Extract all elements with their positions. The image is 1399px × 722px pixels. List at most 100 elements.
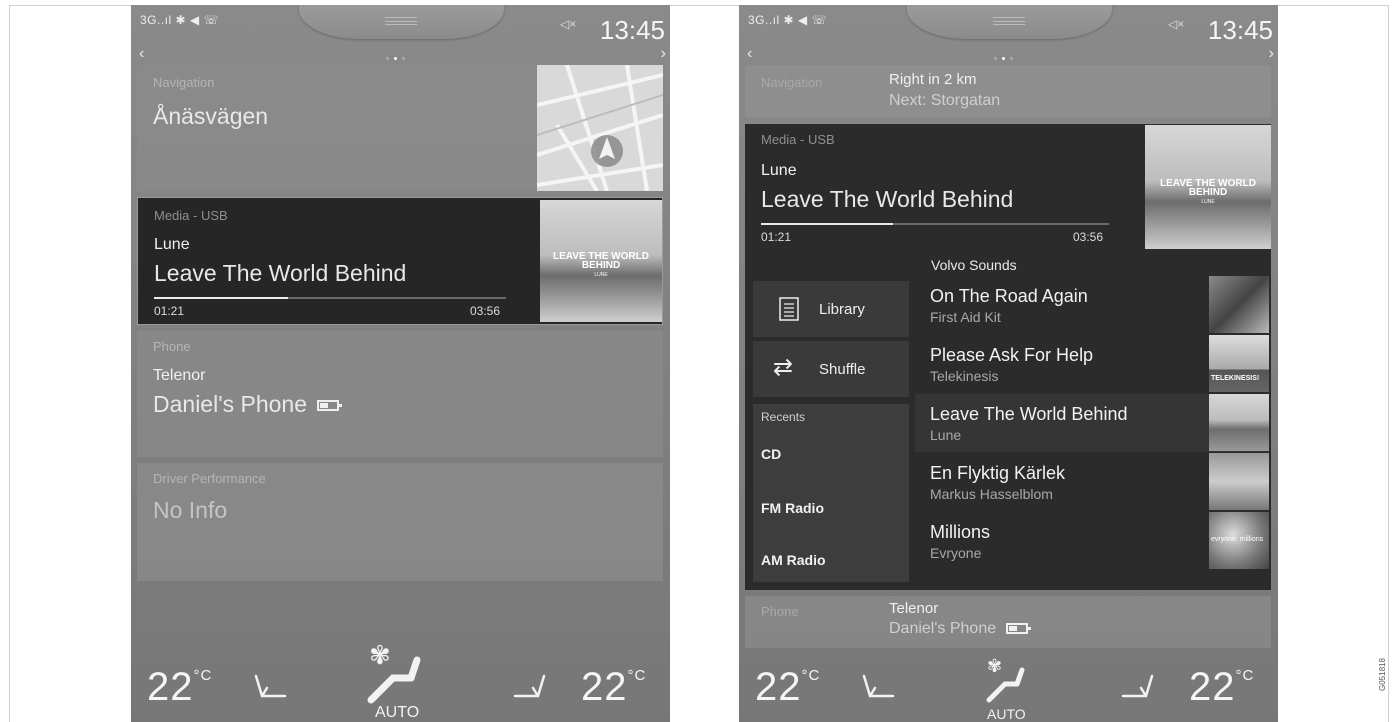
track-thumbnail: TELEKINESIS! — [1209, 335, 1269, 392]
progress-fill — [154, 297, 288, 299]
top-view-pulldown[interactable] — [907, 5, 1112, 39]
phone-device: Daniel's Phone — [153, 391, 307, 417]
album-art: LEAVE THE WORLD BEHIND LUNE — [540, 200, 662, 322]
status-bar: 3G..ıl ✱ ◀ ☏ ◁× 13:45 ‹ › — [739, 5, 1278, 62]
album-art: LEAVE THE WORLD BEHIND LUNE — [1145, 125, 1271, 249]
home-screen-right-expanded: 3G..ıl ✱ ◀ ☏ ◁× 13:45 ‹ › Navigation Rig… — [739, 5, 1278, 722]
temp-unit: °C — [1235, 667, 1255, 684]
page-dot-active — [394, 57, 397, 60]
track-artist: Telekinesis — [930, 368, 999, 384]
temp-left-value: 22 — [755, 665, 802, 709]
seat-heat-right-icon[interactable] — [513, 674, 547, 700]
pulldown-handle-icon — [993, 17, 1025, 25]
shuffle-label: Shuffle — [819, 361, 866, 378]
media-title: Leave The World Behind — [761, 186, 1014, 212]
map-thumbnail[interactable] — [537, 65, 663, 191]
shuffle-button[interactable]: ⇄ Shuffle — [753, 341, 909, 397]
phone-carrier: Telenor — [889, 600, 939, 617]
driver-performance-tile[interactable]: Driver Performance No Info — [137, 463, 663, 581]
home-screen-left: 3G..ıl ✱ ◀ ☏ ◁× 13:45 ‹ › Navigation Ånä… — [131, 5, 670, 722]
chevron-right-icon[interactable]: › — [661, 45, 666, 63]
climate-bar: 22°C ✾ AUTO 22°C — [739, 632, 1278, 722]
recent-item-am-radio[interactable]: AM Radio — [761, 552, 826, 568]
track-title: Please Ask For Help — [930, 345, 1094, 365]
navigation-label: Navigation — [153, 75, 215, 90]
recent-item-fm-radio[interactable]: FM Radio — [761, 500, 824, 516]
seat-heat-right-icon[interactable] — [1121, 674, 1155, 700]
phone-tile[interactable]: Phone Telenor Daniel's Phone — [137, 331, 663, 457]
track-row-selected[interactable]: Leave The World Behind Lune — [915, 394, 1269, 452]
chevron-right-icon[interactable]: › — [1269, 45, 1274, 63]
chevron-left-icon[interactable]: ‹ — [747, 45, 752, 63]
navigation-tile[interactable]: Navigation Right in 2 km Next: Storgatan — [745, 65, 1271, 117]
navigation-street: Ånäsvägen — [153, 103, 269, 129]
media-artist: Lune — [154, 236, 190, 253]
temp-right-value: 22 — [581, 665, 628, 709]
temp-unit: °C — [193, 667, 213, 684]
temp-right[interactable]: 22°C — [1189, 665, 1254, 710]
page-dot — [386, 57, 389, 60]
map-icon — [537, 65, 663, 191]
track-row[interactable]: Please Ask For Help Telekinesis TELEKINE… — [915, 335, 1269, 393]
track-title: On The Road Again — [930, 286, 1088, 306]
navigation-next: Next: Storgatan — [889, 92, 1001, 109]
media-source-label: Media - USB — [761, 132, 835, 147]
progress-bar[interactable] — [761, 223, 1109, 225]
temp-unit: °C — [801, 667, 821, 684]
clock: 13:45 — [1207, 15, 1273, 45]
track-row[interactable]: Millions Evryone evryone. millions — [915, 512, 1269, 570]
media-artist: Lune — [761, 162, 797, 179]
elapsed-time: 01:21 — [761, 230, 792, 244]
progress-fill — [761, 223, 894, 225]
track-title: Leave The World Behind — [930, 404, 1128, 424]
track-artist: First Aid Kit — [930, 309, 1001, 325]
temp-right-value: 22 — [1189, 665, 1236, 709]
media-tile[interactable]: Media - USB Lune Leave The World Behind … — [137, 197, 663, 325]
shuffle-icon: ⇄ — [773, 354, 794, 381]
phone-device-row: Daniel's Phone — [153, 391, 342, 418]
status-bar: 3G..ıl ✱ ◀ ☏ ◁× 13:45 ‹ › — [131, 5, 670, 62]
phone-carrier: Telenor — [153, 367, 206, 384]
page-dot — [402, 57, 405, 60]
media-title: Leave The World Behind — [154, 260, 407, 286]
track-artist: Evryone — [930, 545, 982, 561]
album-art-title: LEAVE THE WORLD BEHIND — [553, 251, 649, 271]
seat-heat-left-icon[interactable] — [861, 674, 895, 700]
phone-label: Phone — [761, 604, 799, 619]
elapsed-time: 01:21 — [154, 304, 185, 318]
temp-left[interactable]: 22°C — [755, 665, 820, 710]
navigation-tile[interactable]: Navigation Ånäsvägen — [137, 65, 663, 191]
seat-heat-left-icon[interactable] — [253, 674, 287, 700]
track-thumbnail — [1209, 276, 1269, 333]
navigation-instruction: Right in 2 km — [889, 71, 977, 88]
recents-panel: Recents CD FM Radio AM Radio — [753, 404, 909, 582]
media-source-label: Media - USB — [154, 208, 228, 223]
library-button[interactable]: Library — [753, 281, 909, 337]
top-view-pulldown[interactable] — [299, 5, 504, 39]
page-indicator — [386, 57, 405, 60]
speaker-muted-icon: ◁× — [1168, 17, 1185, 31]
auto-mode-label[interactable]: AUTO — [987, 706, 1026, 722]
airflow-seat-icon — [986, 667, 1025, 703]
phone-label: Phone — [153, 339, 191, 354]
temp-left[interactable]: 22°C — [147, 665, 212, 710]
library-label: Library — [819, 301, 865, 318]
pulldown-handle-icon — [385, 17, 417, 25]
track-thumbnail — [1209, 453, 1269, 510]
recent-item-cd[interactable]: CD — [761, 446, 781, 462]
progress-bar[interactable] — [154, 297, 506, 299]
track-title: Millions — [930, 522, 991, 542]
page-indicator — [994, 57, 1013, 60]
climate-bar: 22°C ✾ AUTO 22°C — [131, 632, 670, 722]
thumb-text: evryone. millions — [1211, 536, 1264, 543]
temp-left-value: 22 — [147, 665, 194, 709]
auto-mode-label[interactable]: AUTO — [375, 704, 419, 722]
page-dot — [994, 57, 997, 60]
temp-unit: °C — [627, 667, 647, 684]
track-row[interactable]: On The Road Again First Aid Kit — [915, 276, 1269, 334]
chevron-left-icon[interactable]: ‹ — [139, 45, 144, 63]
track-row[interactable]: En Flyktig Kärlek Markus Hasselblom — [915, 453, 1269, 511]
temp-right[interactable]: 22°C — [581, 665, 646, 710]
album-art-title: LEAVE THE WORLD BEHIND — [1160, 178, 1256, 198]
source-title: Volvo Sounds — [931, 257, 1017, 273]
